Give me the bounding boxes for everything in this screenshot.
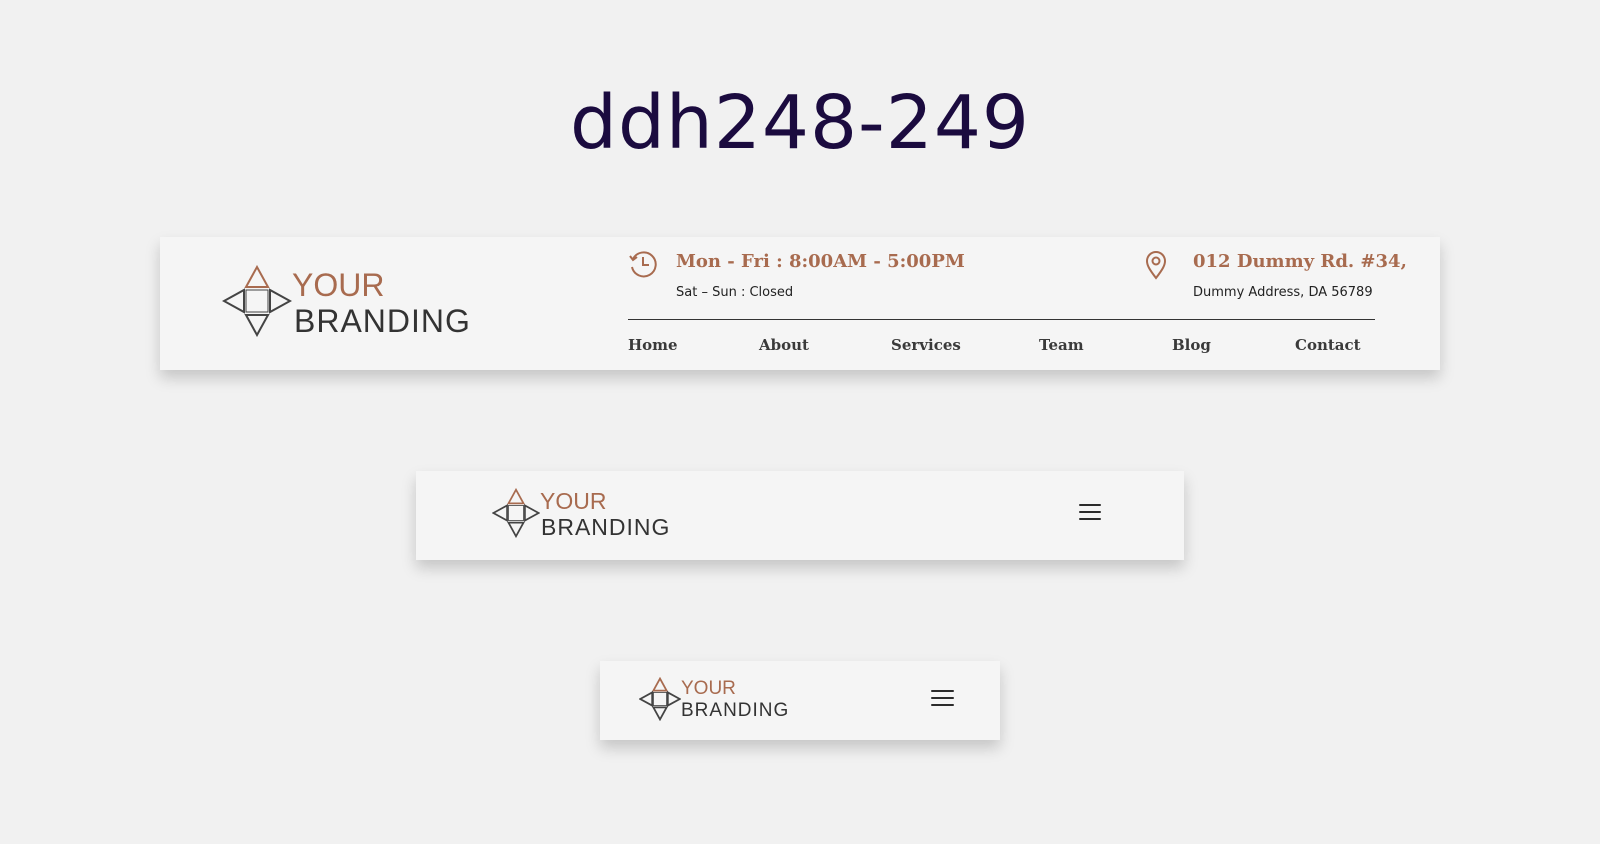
map-pin-icon [1145,251,1167,280]
logo[interactable]: YOUR BRANDING [492,488,682,540]
nav-item-contact[interactable]: Contact [1295,336,1361,354]
main-nav: Home About Services Team Blog Contact [628,336,1375,358]
nav-item-services[interactable]: Services [891,336,961,354]
address-main-text: 012 Dummy Rd. #34, [1193,251,1407,272]
desktop-header: YOUR BRANDING Mon - Fri : 8:00AM - 5:00P… [160,237,1440,370]
hours-sub-text: Sat – Sun : Closed [676,285,794,300]
hours-main-text: Mon - Fri : 8:00AM - 5:00PM [676,251,965,272]
nav-item-blog[interactable]: Blog [1172,336,1211,354]
logo-text-your: YOUR [540,488,607,514]
page-title: ddh248-249 [569,80,1031,166]
logo-text-branding: BRANDING [541,514,671,540]
logo[interactable]: YOUR BRANDING [639,677,799,721]
diamond-logo-icon [222,265,292,337]
logo-text-your: YOUR [681,678,736,699]
tablet-header: YOUR BRANDING [416,471,1184,560]
address-sub-text: Dummy Address, DA 56789 [1193,285,1373,300]
logo-text-branding: BRANDING [681,700,790,721]
header-divider [628,319,1375,320]
diamond-logo-icon [639,677,681,721]
logo-text-your: YOUR [292,267,385,303]
clock-history-icon [629,251,657,278]
logo[interactable]: YOUR BRANDING [222,265,482,337]
hamburger-menu-icon[interactable] [1079,504,1101,522]
nav-item-home[interactable]: Home [628,336,678,354]
diamond-logo-icon [492,488,540,538]
logo-text-branding: BRANDING [294,303,471,339]
mobile-header: YOUR BRANDING [600,661,1000,740]
hamburger-menu-icon[interactable] [931,690,954,708]
nav-item-team[interactable]: Team [1039,336,1084,354]
nav-item-about[interactable]: About [759,336,809,354]
